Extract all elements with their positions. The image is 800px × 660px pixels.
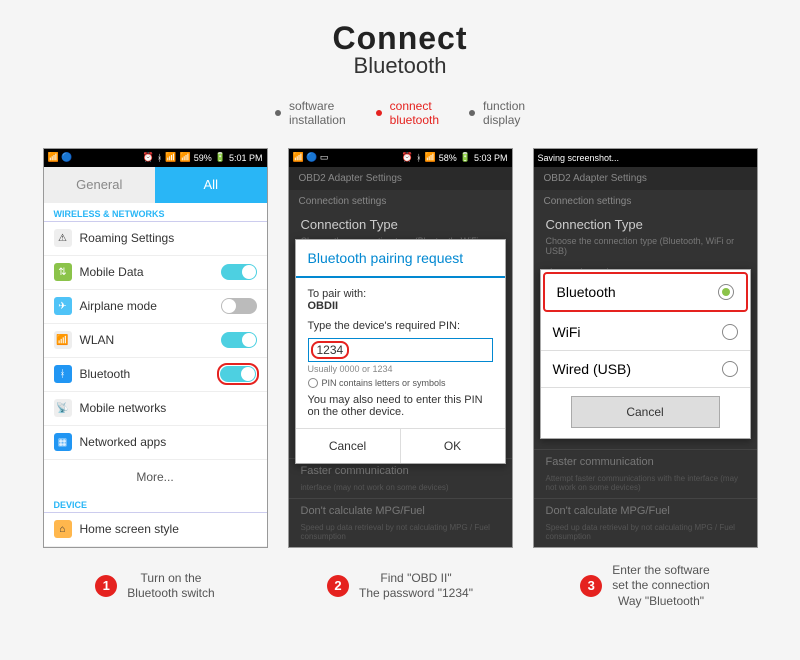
status-bar: 📶 🔵 ▭ ⏰ ᚼ 📶 58% 🔋 5:03 PM — [289, 149, 512, 167]
pair-device: OBDII — [308, 300, 493, 312]
dialog-title: Bluetooth pairing request — [296, 240, 505, 278]
option-wifi[interactable]: WiFi — [541, 314, 750, 351]
faster-comm: Faster communication — [534, 449, 757, 474]
row-airplane[interactable]: ✈ Airplane mode — [44, 290, 267, 324]
toggle-mobile-data[interactable] — [221, 264, 257, 280]
battery-icon: 🔋 — [460, 152, 471, 163]
tabs: General All — [44, 167, 267, 203]
mpg-row: Don't calculate MPG/Fuel — [534, 498, 757, 523]
phones-row: 📶 🔵 ⏰ ᚼ 📶 📶 59% 🔋 5:01 PM General All WI… — [0, 148, 800, 548]
pin-label: Type the device's required PIN: — [308, 320, 493, 332]
conn-type-label: Connection Type — [289, 213, 512, 236]
row-home-style[interactable]: ⌂ Home screen style — [44, 513, 267, 547]
captions-row: 1 Turn on theBluetooth switch 2 Find "OB… — [0, 548, 800, 625]
pair-label: To pair with: — [308, 288, 493, 300]
header-title-bold: Connect — [0, 20, 800, 57]
option-bluetooth[interactable]: Bluetooth — [543, 272, 748, 312]
step-number-badge: 2 — [327, 575, 349, 597]
time-label: 5:01 PM — [229, 153, 263, 163]
wifi-icon: 📶 — [54, 331, 72, 349]
wifi-icon: 📶 — [165, 152, 176, 163]
pin-input[interactable]: 1234 — [308, 338, 493, 362]
stepper: softwareinstallation connectbluetooth fu… — [0, 89, 800, 148]
page-header: Connect Bluetooth — [0, 0, 800, 89]
note: You may also need to enter this PIN on t… — [308, 394, 493, 418]
status-icons: 📶 🔵 — [48, 152, 140, 163]
wifi-icon: 📶 — [425, 152, 436, 163]
row-more[interactable]: More... — [44, 460, 267, 494]
dot-icon — [469, 110, 475, 116]
row-mobile-networks[interactable]: 📡 Mobile networks — [44, 392, 267, 426]
pairing-dialog: Bluetooth pairing request To pair with: … — [295, 239, 506, 464]
radio-icon — [722, 361, 738, 377]
row-wlan[interactable]: 📶 WLAN — [44, 324, 267, 358]
mpg-row: Don't calculate MPG/Fuel — [289, 498, 512, 523]
section-device: DEVICE — [44, 494, 267, 513]
option-wired[interactable]: Wired (USB) — [541, 351, 750, 388]
mobile-data-icon: ⇅ — [54, 263, 72, 281]
status-bar: 📶 🔵 ⏰ ᚼ 📶 📶 59% 🔋 5:01 PM — [44, 149, 267, 167]
ok-button[interactable]: OK — [400, 429, 505, 463]
status-text: Saving screenshot... — [538, 153, 753, 163]
status-icons: 📶 🔵 ▭ — [293, 152, 399, 163]
toggle-wlan[interactable] — [221, 332, 257, 348]
battery-pct: 59% — [194, 153, 212, 163]
phone-screenshot-3: Saving screenshot... OBD2 Adapter Settin… — [533, 148, 758, 548]
step-connect: connectbluetooth — [376, 99, 439, 128]
connection-type-dialog: Bluetooth WiFi Wired (USB) Cancel — [540, 269, 751, 439]
tab-all[interactable]: All — [155, 167, 267, 203]
highlight-circle — [217, 363, 259, 385]
conn-type-label: Connection Type — [534, 213, 757, 236]
conn-section: Connection settings — [289, 190, 512, 213]
caption-3: 3 Enter the softwareset the connectionWa… — [533, 563, 758, 610]
section-wireless: WIRELESS & NETWORKS — [44, 203, 267, 222]
highlight-circle: 1234 — [311, 341, 350, 359]
radio-icon — [722, 324, 738, 340]
airplane-icon: ✈ — [54, 297, 72, 315]
row-networked-apps[interactable]: ▦ Networked apps — [44, 426, 267, 460]
conn-desc: Choose the connection type (Bluetooth, W… — [534, 236, 757, 262]
dot-icon — [376, 110, 382, 116]
phone-screenshot-1: 📶 🔵 ⏰ ᚼ 📶 📶 59% 🔋 5:01 PM General All WI… — [43, 148, 268, 548]
signal-icon: 📶 — [180, 152, 191, 163]
status-bar: Saving screenshot... — [534, 149, 757, 167]
cancel-button[interactable]: Cancel — [571, 396, 720, 428]
antenna-icon: 📡 — [54, 399, 72, 417]
step-number-badge: 3 — [580, 575, 602, 597]
bluetooth-icon: ᚼ — [157, 153, 162, 163]
row-bluetooth[interactable]: ᚼ Bluetooth — [44, 358, 267, 392]
bluetooth-icon: ᚼ — [416, 153, 421, 163]
time-label: 5:03 PM — [474, 153, 508, 163]
step-software: softwareinstallation — [275, 99, 346, 128]
row-roaming[interactable]: ⚠ Roaming Settings — [44, 222, 267, 256]
home-icon: ⌂ — [54, 520, 72, 538]
apps-icon: ▦ — [54, 433, 72, 451]
screen-title: OBD2 Adapter Settings — [289, 167, 512, 190]
radio-icon — [718, 284, 734, 300]
caption-1: 1 Turn on theBluetooth switch — [43, 563, 268, 610]
caption-2: 2 Find "OBD II"The password "1234" — [288, 563, 513, 610]
conn-section: Connection settings — [534, 190, 757, 213]
battery-pct: 58% — [439, 153, 457, 163]
dot-icon — [275, 110, 281, 116]
toggle-airplane[interactable] — [221, 298, 257, 314]
alarm-icon: ⏰ — [402, 152, 413, 163]
battery-icon: 🔋 — [215, 152, 226, 163]
alarm-icon: ⏰ — [143, 152, 154, 163]
phone-screenshot-2: 📶 🔵 ▭ ⏰ ᚼ 📶 58% 🔋 5:03 PM OBD2 Adapter S… — [288, 148, 513, 548]
radio-icon — [308, 378, 318, 388]
header-title-light: Bluetooth — [0, 53, 800, 79]
cancel-button[interactable]: Cancel — [296, 429, 400, 463]
tab-general[interactable]: General — [44, 167, 156, 203]
pin-hint: Usually 0000 or 1234 — [308, 364, 493, 374]
step-function: functiondisplay — [469, 99, 525, 128]
bluetooth-icon: ᚼ — [54, 365, 72, 383]
row-mobile-data[interactable]: ⇅ Mobile Data — [44, 256, 267, 290]
step-number-badge: 1 — [95, 575, 117, 597]
screen-title: OBD2 Adapter Settings — [534, 167, 757, 190]
row-sound[interactable]: 🔊 Sound — [44, 547, 267, 548]
toggle-bluetooth[interactable] — [220, 366, 256, 382]
triangle-icon: ⚠ — [54, 229, 72, 247]
checkbox-row[interactable]: PIN contains letters or symbols — [308, 378, 493, 388]
